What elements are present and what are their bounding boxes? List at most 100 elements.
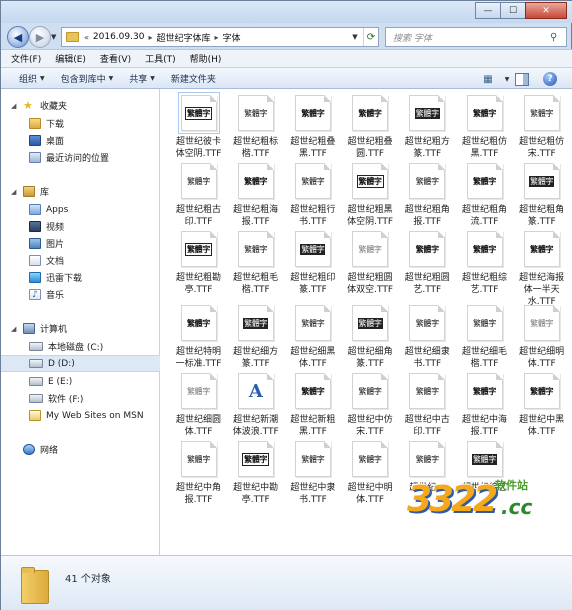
font-file[interactable]: A 超世纪新潮 体波浪.TTF: [227, 373, 284, 438]
include-in-library-button[interactable]: 包含到库中 ▼: [61, 72, 114, 85]
breadcrumb-separator-icon[interactable]: ▸: [148, 33, 152, 42]
font-preview-glyph: 繁體字: [530, 243, 554, 254]
file-name-line: 楷.TTF: [241, 285, 270, 295]
nav-computer[interactable]: ◢ 计算机: [1, 320, 160, 337]
menu-help[interactable]: 帮助(H): [190, 52, 222, 65]
font-file[interactable]: 繁體字 超世纪粗黑 体空阴.TTF: [342, 163, 399, 228]
view-options-dropdown[interactable]: ▼: [503, 71, 511, 87]
close-button[interactable]: ✕: [525, 2, 567, 19]
font-file[interactable]: 繁體字 超世纪中明 体.TTF: [342, 441, 399, 506]
menu-tools[interactable]: 工具(T): [145, 52, 176, 65]
font-file[interactable]: 繁體字 超世纪粗角 篆.TTF: [513, 163, 570, 228]
nav-item-videos[interactable]: 视频: [1, 218, 160, 235]
organize-button[interactable]: 组织 ▼: [19, 72, 45, 85]
font-file[interactable]: 繁體字 超世纪细黑 体.TTF: [284, 305, 341, 370]
font-file[interactable]: 繁體字 超世纪粗仿 宋.TTF: [513, 95, 570, 160]
font-preview-glyph: 繁體字: [184, 106, 213, 120]
nav-item-recent-places[interactable]: 最近访问的位置: [1, 149, 160, 166]
nav-item-music[interactable]: ♪ 音乐: [1, 286, 160, 303]
file-name-line: 超世纪粗角: [519, 205, 565, 215]
nav-item-thunder-downloads[interactable]: 迅雷下载: [1, 269, 160, 286]
font-file[interactable]: 繁體字 超世纪粗行 书.TTF: [284, 163, 341, 228]
nav-item-pictures[interactable]: 图片: [1, 235, 160, 252]
menu-file[interactable]: 文件(F): [11, 52, 41, 65]
font-file[interactable]: 繁體字 超世纪粗叠 黑.TTF: [284, 95, 341, 160]
collapse-arrow-icon[interactable]: ◢: [11, 188, 16, 196]
font-file[interactable]: 繁體字 超世纪海报 体一半天 水.TTF: [513, 231, 570, 308]
share-button[interactable]: 共享 ▼: [129, 72, 155, 85]
nav-drive-d[interactable]: D (D:): [1, 355, 160, 372]
font-file[interactable]: 繁體字 超世纪细隶 书.TTF: [399, 305, 456, 370]
nav-item-my-web-sites[interactable]: My Web Sites on MSN: [1, 407, 160, 424]
font-file[interactable]: 繁體字 超世纪细方 篆.TTF: [227, 305, 284, 370]
font-file[interactable]: 繁體字 超世纪粗综 艺.TTF: [456, 231, 513, 296]
nav-item-apps[interactable]: Apps: [1, 201, 160, 218]
collapse-arrow-icon[interactable]: ◢: [11, 102, 16, 110]
font-file[interactable]: 繁體字 超世纪新粗 黑.TTF: [284, 373, 341, 438]
breadcrumb-fonts[interactable]: 字体: [222, 31, 240, 44]
font-file[interactable]: 繁體字 超世纪粗圆 体双空.TTF: [342, 231, 399, 296]
font-file[interactable]: 繁體字 超世纪中海 报.TTF: [456, 373, 513, 438]
font-file[interactable]: 繁體字 超世纪粗毛 楷.TTF: [227, 231, 284, 296]
collapse-arrow-icon[interactable]: ◢: [11, 325, 16, 333]
minimize-button[interactable]: —: [475, 2, 501, 19]
recent-pages-dropdown[interactable]: ▼: [51, 33, 56, 41]
refresh-icon[interactable]: ⟳: [363, 28, 378, 46]
menu-view[interactable]: 查看(V): [100, 52, 131, 65]
nav-drive-f[interactable]: 软件 (F:): [1, 390, 160, 407]
font-file[interactable]: 繁體字 超世纪粗叠 圆.TTF: [342, 95, 399, 160]
menu-edit[interactable]: 编辑(E): [55, 52, 86, 65]
search-icon[interactable]: ⚲: [550, 32, 566, 43]
nav-libraries[interactable]: ◢ 库: [1, 183, 160, 200]
font-file[interactable]: 繁體字 超世纪粗仿 黑.TTF: [456, 95, 513, 160]
nav-item-label: 最近访问的位置: [46, 154, 110, 164]
font-file[interactable]: 繁體字 超世纪粗勘 亭.TTF: [170, 231, 227, 296]
nav-favorites[interactable]: ◢ ★ 收藏夹: [1, 97, 160, 114]
help-icon[interactable]: ?: [543, 72, 557, 86]
font-file[interactable]: 繁體字 超世纪粗圆 艺.TTF: [399, 231, 456, 296]
nav-network[interactable]: 网络: [1, 441, 160, 458]
forward-button[interactable]: ▶: [29, 26, 51, 48]
nav-drive-c[interactable]: 本地磁盘 (C:): [1, 338, 160, 355]
font-file[interactable]: 繁體字 超世纪中角 报.TTF: [170, 441, 227, 506]
font-file[interactable]: 繁體字 超世纪粗古 印.TTF: [170, 163, 227, 228]
file-name-line: 超世纪中古: [404, 415, 450, 425]
font-file[interactable]: 繁體字 超世纪细明 体.TTF: [513, 305, 570, 370]
address-bar[interactable]: « 2016.09.30 ▸ 超世纪字体库 ▸ 字体 ▼ ⟳: [61, 27, 379, 47]
font-file[interactable]: 繁體字 超世纪粗方 篆.TTF: [399, 95, 456, 160]
breadcrumb-separator-icon[interactable]: ▸: [214, 33, 218, 42]
font-file[interactable]: 繁體字 超世纪细毛 楷.TTF: [456, 305, 513, 370]
file-name: 超世纪细黑 体.TTF: [283, 346, 343, 370]
font-file[interactable]: 繁體字 超世纪中隶 书.TTF: [284, 441, 341, 506]
change-view-icon[interactable]: ▦: [477, 71, 499, 87]
font-file[interactable]: 繁體字 超世纪粗标 楷.TTF: [227, 95, 284, 160]
search-input[interactable]: 搜索 字体 ⚲: [385, 27, 567, 47]
file-name: 超世纪粗标 楷.TTF: [226, 136, 286, 160]
maximize-button[interactable]: ☐: [500, 2, 526, 19]
font-file[interactable]: 繁體字 超世纪中黑 体.TTF: [513, 373, 570, 438]
preview-pane-icon[interactable]: [515, 73, 529, 86]
overflow-chevron[interactable]: «: [84, 33, 89, 42]
font-file[interactable]: 繁體字 超世纪粗角 报.TTF: [399, 163, 456, 228]
font-file[interactable]: 繁體字 超世纪细角 篆.TTF: [342, 305, 399, 370]
font-file[interactable]: 繁體字 超世纪彼卡 体空阴.TTF: [170, 92, 227, 160]
new-folder-button[interactable]: 新建文件夹: [171, 72, 216, 85]
address-dropdown-icon[interactable]: ▼: [348, 28, 362, 46]
font-file[interactable]: 繁體字 超世纪细圆 体.TTF: [170, 373, 227, 438]
nav-item-downloads[interactable]: 下载: [1, 115, 160, 132]
nav-item-documents[interactable]: 文档: [1, 252, 160, 269]
breadcrumb-date[interactable]: 2016.09.30: [93, 32, 145, 42]
font-file[interactable]: 繁體字 超世纪粗角 流.TTF: [456, 163, 513, 228]
font-file[interactable]: 繁體字 超世纪特明 一标准.TTF: [170, 305, 227, 370]
nav-item-desktop[interactable]: 桌面: [1, 132, 160, 149]
back-button[interactable]: ◀: [7, 26, 29, 48]
breadcrumb-font-library[interactable]: 超世纪字体库: [156, 31, 210, 44]
font-file[interactable]: 繁體字 超世纪中勘 亭.TTF: [227, 441, 284, 506]
font-file[interactable]: 繁體字 超世纪中古 印.TTF: [399, 373, 456, 438]
font-file[interactable]: 繁體字 超世纪粗海 报.TTF: [227, 163, 284, 228]
font-file[interactable]: 繁體字 超世纪粗印 篆.TTF: [284, 231, 341, 296]
nav-item-label: 音乐: [46, 291, 65, 301]
nav-drive-e[interactable]: E (E:): [1, 373, 160, 390]
font-file[interactable]: 繁體字 超世纪中仿 宋.TTF: [342, 373, 399, 438]
file-name: 超世纪细毛 楷.TTF: [455, 346, 515, 370]
